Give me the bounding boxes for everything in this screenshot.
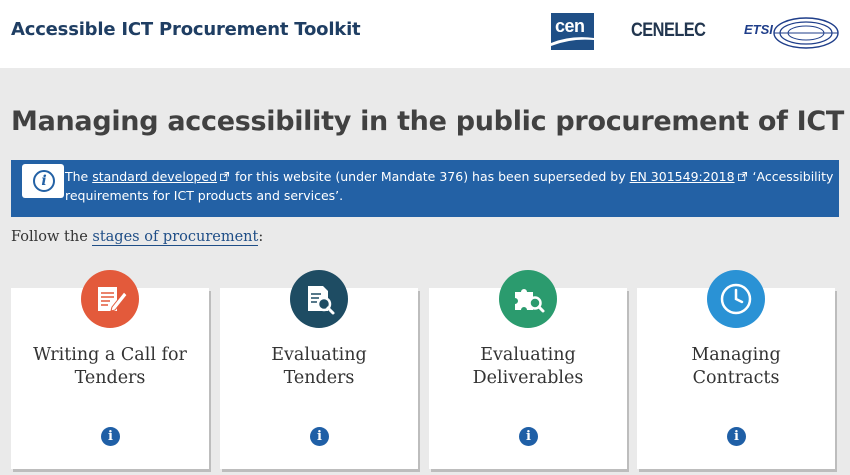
site-header: Accessible ICT Procurement Toolkit cen C… (0, 0, 850, 68)
site-title-link[interactable]: Accessible ICT Procurement Toolkit (11, 19, 361, 40)
stage-card-evaluating-deliverables[interactable]: Evaluating Deliverables i (429, 270, 627, 469)
external-link-icon (220, 172, 230, 181)
en-301549-link[interactable]: EN 301549:2018 (630, 169, 735, 184)
follow-prefix: Follow the (11, 229, 93, 245)
info-icon: i (33, 170, 55, 192)
clock-icon (707, 270, 765, 328)
notice-icon-box: i (22, 164, 64, 198)
info-icon[interactable]: i (101, 427, 120, 446)
puzzle-search-icon (499, 270, 557, 328)
stage-card-managing-contracts[interactable]: Managing Contracts i (637, 270, 835, 469)
etsi-logo[interactable]: ETSI (744, 16, 840, 50)
document-search-icon (290, 270, 348, 328)
stages-of-procurement-link[interactable]: stages of procurement (92, 229, 259, 246)
card-title-line1: Evaluating (271, 345, 367, 365)
follow-stages-text: Follow the stages of procurement: (11, 229, 264, 246)
info-icon[interactable]: i (727, 427, 746, 446)
stage-card-writing-call[interactable]: Writing a Call for Tenders i (11, 270, 209, 469)
card-title-line2: Tenders (74, 368, 146, 388)
card-title: Managing Contracts (637, 344, 835, 390)
cen-logo[interactable]: cen (551, 13, 594, 50)
superseded-notice-banner: i The standard developed for this websit… (11, 160, 839, 217)
cenelec-logo[interactable]: CENELEC (631, 20, 706, 42)
etsi-logo-text: ETSI (744, 22, 773, 37)
card-title-line2: Contracts (692, 368, 780, 388)
card-title-line1: Evaluating (480, 345, 576, 365)
follow-suffix: : (258, 229, 264, 245)
page-title: Managing accessibility in the public pro… (11, 106, 844, 137)
card-title: Writing a Call for Tenders (11, 344, 209, 390)
card-title: Evaluating Deliverables (429, 344, 627, 390)
info-icon[interactable]: i (519, 427, 538, 446)
external-link-icon (737, 172, 747, 181)
stage-card-evaluating-tenders[interactable]: Evaluating Tenders i (220, 270, 418, 469)
notice-text: The standard developed for this website … (65, 167, 835, 205)
cen-logo-text: cen (555, 16, 585, 36)
document-pen-icon (81, 270, 139, 328)
card-title-line2: Tenders (283, 368, 355, 388)
notice-text-1: The (65, 169, 93, 184)
standard-developed-link[interactable]: standard developed (92, 169, 217, 184)
info-icon[interactable]: i (310, 427, 329, 446)
notice-text-2: for this website (under Mandate 376) has… (231, 169, 630, 184)
card-title: Evaluating Tenders (220, 344, 418, 390)
card-title-line1: Managing (691, 345, 781, 365)
card-title-line2: Deliverables (472, 368, 584, 388)
card-title-line1: Writing a Call for (33, 345, 187, 365)
